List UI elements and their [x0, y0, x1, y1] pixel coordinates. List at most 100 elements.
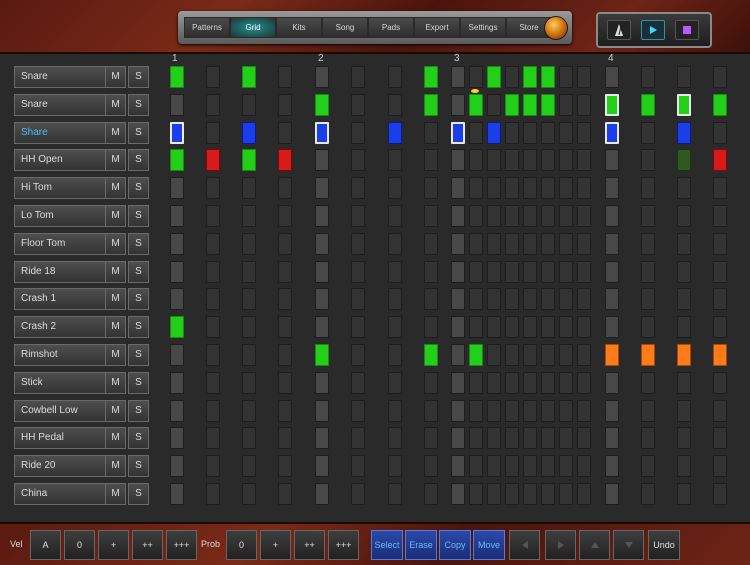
mute-button[interactable]: M	[105, 66, 126, 88]
step-cell[interactable]	[170, 344, 184, 366]
move-button[interactable]: Move	[473, 530, 505, 560]
step-cell[interactable]	[206, 122, 220, 144]
step-note[interactable]	[523, 94, 537, 116]
app-logo-icon[interactable]	[544, 16, 568, 40]
step-cell[interactable]	[505, 177, 519, 199]
step-cell[interactable]	[388, 233, 402, 255]
step-cell[interactable]	[713, 261, 727, 283]
track-name-button[interactable]: HH Pedal	[14, 427, 108, 449]
step-cell[interactable]	[351, 316, 365, 338]
step-cell[interactable]	[505, 372, 519, 394]
undo-button[interactable]: Undo	[648, 530, 680, 560]
step-cell[interactable]	[315, 233, 329, 255]
step-note[interactable]	[242, 122, 256, 144]
step-cell[interactable]	[351, 261, 365, 283]
step-cell[interactable]	[278, 316, 292, 338]
velocity-button-0[interactable]: A	[30, 530, 61, 560]
step-cell[interactable]	[206, 261, 220, 283]
step-cell[interactable]	[577, 288, 591, 310]
step-cell[interactable]	[523, 261, 537, 283]
step-cell[interactable]	[713, 372, 727, 394]
step-cell[interactable]	[315, 316, 329, 338]
step-cell[interactable]	[577, 400, 591, 422]
solo-button[interactable]: S	[128, 344, 149, 366]
step-cell[interactable]	[487, 316, 501, 338]
mute-button[interactable]: M	[105, 344, 126, 366]
step-cell[interactable]	[523, 177, 537, 199]
step-cell[interactable]	[242, 205, 256, 227]
step-cell[interactable]	[351, 427, 365, 449]
step-cell[interactable]	[505, 233, 519, 255]
step-cell[interactable]	[713, 400, 727, 422]
step-cell[interactable]	[605, 455, 619, 477]
probability-button-1[interactable]: +	[260, 530, 291, 560]
step-cell[interactable]	[469, 233, 483, 255]
step-cell[interactable]	[577, 483, 591, 505]
step-cell[interactable]	[278, 483, 292, 505]
step-cell[interactable]	[242, 288, 256, 310]
step-cell[interactable]	[505, 316, 519, 338]
step-cell[interactable]	[641, 483, 655, 505]
step-cell[interactable]	[170, 400, 184, 422]
step-cell[interactable]	[424, 400, 438, 422]
step-cell[interactable]	[206, 177, 220, 199]
step-cell[interactable]	[577, 455, 591, 477]
step-cell[interactable]	[388, 288, 402, 310]
step-cell[interactable]	[559, 149, 573, 171]
step-cell[interactable]	[388, 205, 402, 227]
step-cell[interactable]	[424, 316, 438, 338]
step-cell[interactable]	[451, 261, 465, 283]
tab-grid[interactable]: Grid	[230, 17, 276, 38]
step-cell[interactable]	[487, 372, 501, 394]
step-cell[interactable]	[424, 233, 438, 255]
step-cell[interactable]	[605, 149, 619, 171]
step-note[interactable]	[170, 66, 184, 88]
solo-button[interactable]: S	[128, 483, 149, 505]
erase-button[interactable]: Erase	[405, 530, 437, 560]
step-cell[interactable]	[523, 149, 537, 171]
step-cell[interactable]	[315, 483, 329, 505]
step-cell[interactable]	[577, 205, 591, 227]
step-cell[interactable]	[424, 427, 438, 449]
step-cell[interactable]	[559, 372, 573, 394]
step-cell[interactable]	[242, 372, 256, 394]
step-cell[interactable]	[278, 372, 292, 394]
step-cell[interactable]	[677, 205, 691, 227]
step-cell[interactable]	[523, 372, 537, 394]
step-cell[interactable]	[559, 261, 573, 283]
step-cell[interactable]	[388, 372, 402, 394]
tab-pads[interactable]: Pads	[368, 17, 414, 38]
step-cell[interactable]	[523, 122, 537, 144]
track-name-button[interactable]: Crash 2	[14, 316, 108, 338]
step-note[interactable]	[315, 122, 329, 144]
step-cell[interactable]	[424, 122, 438, 144]
step-cell[interactable]	[541, 400, 555, 422]
step-cell[interactable]	[351, 483, 365, 505]
step-cell[interactable]	[523, 316, 537, 338]
step-cell[interactable]	[315, 400, 329, 422]
velocity-button-3[interactable]: ++	[132, 530, 163, 560]
step-cell[interactable]	[388, 94, 402, 116]
step-cell[interactable]	[170, 427, 184, 449]
step-cell[interactable]	[713, 427, 727, 449]
step-cell[interactable]	[278, 94, 292, 116]
step-note[interactable]	[677, 122, 691, 144]
step-cell[interactable]	[677, 372, 691, 394]
step-cell[interactable]	[523, 483, 537, 505]
solo-button[interactable]: S	[128, 316, 149, 338]
step-cell[interactable]	[451, 233, 465, 255]
step-note[interactable]	[242, 149, 256, 171]
solo-button[interactable]: S	[128, 205, 149, 227]
step-cell[interactable]	[315, 66, 329, 88]
step-cell[interactable]	[505, 261, 519, 283]
step-cell[interactable]	[170, 94, 184, 116]
step-cell[interactable]	[315, 455, 329, 477]
step-cell[interactable]	[170, 233, 184, 255]
step-cell[interactable]	[206, 205, 220, 227]
step-cell[interactable]	[605, 177, 619, 199]
step-cell[interactable]	[242, 400, 256, 422]
solo-button[interactable]: S	[128, 122, 149, 144]
mute-button[interactable]: M	[105, 400, 126, 422]
step-cell[interactable]	[469, 122, 483, 144]
step-cell[interactable]	[206, 94, 220, 116]
